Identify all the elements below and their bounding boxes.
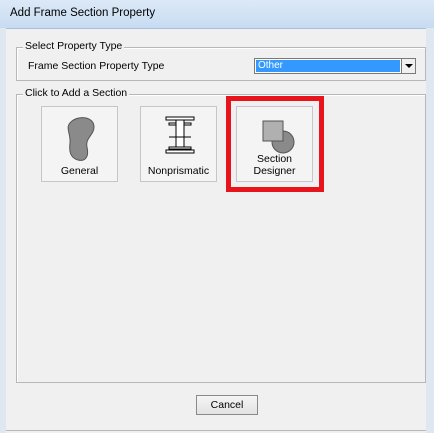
general-label: General bbox=[42, 165, 117, 177]
chevron-down-icon[interactable] bbox=[401, 59, 415, 73]
window-bottom-border bbox=[6, 430, 426, 431]
dropdown-selected-value: Other bbox=[256, 60, 400, 72]
select-property-type-label: Select Property Type bbox=[23, 40, 124, 52]
highlight-box bbox=[226, 96, 324, 192]
add-section-label: Click to Add a Section bbox=[23, 87, 129, 99]
window-frame-right bbox=[426, 28, 434, 433]
general-section-button[interactable]: General bbox=[41, 106, 118, 182]
cancel-button[interactable]: Cancel bbox=[196, 395, 258, 415]
frame-section-property-type-dropdown[interactable]: Other bbox=[254, 58, 416, 74]
i-beam-icon bbox=[141, 107, 218, 167]
dialog-window: Add Frame Section Property Select Proper… bbox=[0, 0, 434, 433]
window-frame-left bbox=[0, 28, 6, 433]
window-title: Add Frame Section Property bbox=[10, 7, 155, 19]
nonprismatic-section-button[interactable]: Nonprismatic bbox=[140, 106, 217, 182]
nonprismatic-label: Nonprismatic bbox=[141, 165, 216, 177]
frame-section-property-type-label: Frame Section Property Type bbox=[28, 60, 164, 72]
general-section-icon bbox=[42, 107, 119, 167]
title-bar[interactable]: Add Frame Section Property bbox=[0, 0, 434, 29]
